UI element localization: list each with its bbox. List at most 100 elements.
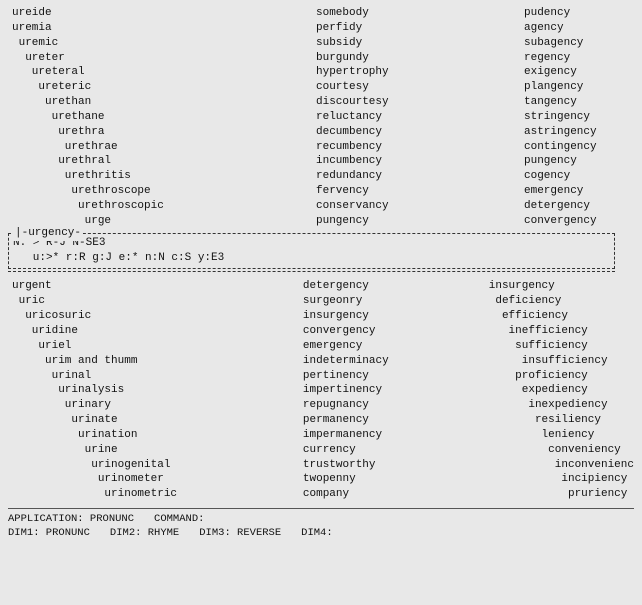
list-item: reluctancy [316, 110, 416, 125]
status-row2: DIM1: PRONUNC DIM2: RHYME DIM3: REVERSE … [8, 526, 634, 540]
list-item: urethroscope [12, 184, 168, 199]
list-item: uremic [12, 36, 168, 51]
application-label: APPLICATION: PRONUNC [8, 512, 134, 526]
list-item: expediency [489, 383, 634, 398]
list-item: ureide [12, 6, 168, 21]
list-item: urim and thumm [12, 354, 177, 369]
urgency-line1: N: >*R-J*N-SE3 [13, 236, 610, 251]
list-item: currency [303, 443, 403, 458]
list-item: subagency [524, 36, 634, 51]
list-item: urethra [12, 125, 168, 140]
list-item: urinogenital [12, 458, 177, 473]
list-item: pruriency [489, 487, 634, 502]
list-item: leniency [489, 428, 634, 443]
list-item: inconvenienc [489, 458, 634, 473]
list-item: pertinency [303, 369, 403, 384]
list-item: permanency [303, 413, 403, 428]
list-item: urethroscopic [12, 199, 168, 214]
list-item: burgundy [316, 51, 416, 66]
list-item: urethan [12, 95, 168, 110]
list-item: cogency [524, 169, 634, 184]
list-item: uremia [12, 21, 168, 36]
top-section: ureide uremia uremic ureter ureteral ure… [8, 6, 634, 229]
main-content: ureide uremia uremic ureter ureteral ure… [8, 6, 634, 599]
list-item: efficiency [489, 309, 634, 324]
list-item: pungency [316, 214, 416, 229]
list-item: recumbency [316, 140, 416, 155]
list-item: emergency [303, 339, 403, 354]
list-item: ureteric [12, 80, 168, 95]
urgency-box: |-urgency- N: >*R-J*N-SE3 u:>* r:R g:J e… [8, 233, 615, 270]
list-item: resiliency [489, 413, 634, 428]
dim1-label: DIM1: PRONUNC [8, 526, 90, 540]
list-item: urinate [12, 413, 177, 428]
list-item: fervency [316, 184, 416, 199]
list-item: tangency [524, 95, 634, 110]
list-item: company [303, 487, 403, 502]
list-item: urethrae [12, 140, 168, 155]
status-row1: APPLICATION: PRONUNC COMMAND: [8, 512, 634, 526]
col-left-top: ureide uremia uremic ureter ureteral ure… [8, 6, 168, 229]
list-item: insurgency [303, 309, 403, 324]
command-label: COMMAND: [154, 512, 204, 526]
list-item: repugnancy [303, 398, 403, 413]
col-center-top: somebody perfidy subsidy burgundy hypert… [256, 6, 416, 229]
list-item: contingency [524, 140, 634, 155]
list-item: urinalysis [12, 383, 177, 398]
list-item: urethritis [12, 169, 168, 184]
list-item: uriel [12, 339, 177, 354]
list-item: pudency [524, 6, 634, 21]
list-item: subsidy [316, 36, 416, 51]
list-item: uric [12, 294, 177, 309]
status-bar: APPLICATION: PRONUNC COMMAND: DIM1: PRON… [8, 508, 634, 540]
list-item: decumbency [316, 125, 416, 140]
list-item: urinometric [12, 487, 177, 502]
col-right-top: pudency agency subagency regency exigenc… [504, 6, 634, 229]
list-item: urinometer [12, 472, 177, 487]
list-item: ureter [12, 51, 168, 66]
list-item: insufficiency [489, 354, 634, 369]
list-item: regency [524, 51, 634, 66]
list-item: urinal [12, 369, 177, 384]
list-item: exigency [524, 65, 634, 80]
list-item: urine [12, 443, 177, 458]
dim4-label: DIM4: [301, 526, 333, 540]
urgency-label: |-urgency- [13, 226, 83, 241]
list-item: convergency [524, 214, 634, 229]
list-item: urethane [12, 110, 168, 125]
list-item: urgent [12, 279, 177, 294]
list-item: detergency [303, 279, 403, 294]
list-item: uridine [12, 324, 177, 339]
list-item: courtesy [316, 80, 416, 95]
list-item: conservancy [316, 199, 416, 214]
dim2-label: DIM2: RHYME [110, 526, 179, 540]
list-item: incumbency [316, 154, 416, 169]
urgency-line2: u:>* r:R g:J e:* n:N c:S y:E3 [13, 251, 610, 266]
divider [8, 271, 615, 272]
col-left-bottom: urgent uric uricosuric uridine uriel uri… [8, 279, 177, 502]
list-item: discourtesy [316, 95, 416, 110]
list-item: insurgency [489, 279, 634, 294]
list-item: uricosuric [12, 309, 177, 324]
screen: ureide uremia uremic ureter ureteral ure… [0, 0, 642, 605]
list-item: astringency [524, 125, 634, 140]
list-item: incipiency [489, 472, 634, 487]
list-item: impertinency [303, 383, 403, 398]
list-item: hypertrophy [316, 65, 416, 80]
list-item: ureteral [12, 65, 168, 80]
list-item: agency [524, 21, 634, 36]
list-item: sufficiency [489, 339, 634, 354]
list-item: pungency [524, 154, 634, 169]
col-right-bottom: insurgency deficiency efficiency ineffic… [469, 279, 634, 502]
list-item: emergency [524, 184, 634, 199]
dim3-label: DIM3: REVERSE [199, 526, 281, 540]
list-item: impermanency [303, 428, 403, 443]
list-item: plangency [524, 80, 634, 95]
list-item: indeterminacy [303, 354, 403, 369]
list-item: surgeonry [303, 294, 403, 309]
list-item: twopenny [303, 472, 403, 487]
list-item: urethral [12, 154, 168, 169]
bottom-section: urgent uric uricosuric uridine uriel uri… [8, 279, 634, 502]
list-item: urinary [12, 398, 177, 413]
list-item: urination [12, 428, 177, 443]
